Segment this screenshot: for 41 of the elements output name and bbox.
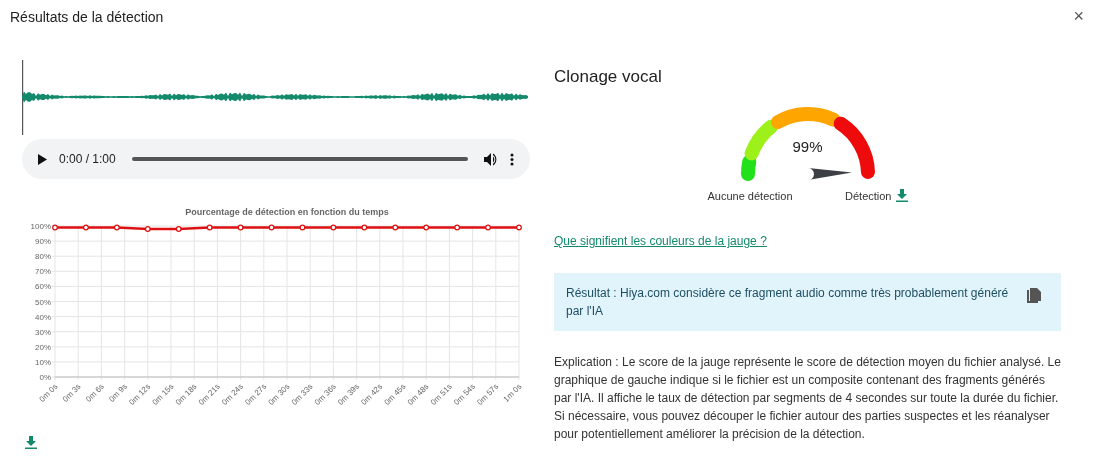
gauge-reading: 99% bbox=[791, 136, 824, 157]
gauge-title: Clonage vocal bbox=[554, 66, 663, 88]
y-axis-label: 0% bbox=[39, 373, 51, 382]
y-axis-label: 30% bbox=[35, 327, 51, 337]
x-axis-label: 0m 33s bbox=[289, 382, 315, 407]
x-axis-label: 0m 57s bbox=[475, 382, 501, 407]
gauge-min-label: Aucune détection bbox=[707, 188, 793, 204]
x-axis-label: 0m 3s bbox=[60, 382, 83, 404]
y-axis-label: 90% bbox=[35, 237, 51, 247]
y-axis-label: 60% bbox=[35, 282, 51, 292]
x-axis-label: 0m 6s bbox=[84, 382, 106, 404]
x-axis-label: 0m 45s bbox=[382, 382, 408, 407]
y-axis-label: 50% bbox=[35, 297, 51, 307]
explanation-text: Explication : Le score de la jauge représente le score de détection moyen du fichier analysé. Le graphique de gauche indique si le fichier est un composite contenant des fragments générés par l'IA. Il affiche le taux de détection par segments de 4 secondes sur toute la durée du fichier. Si nécessaire, vous pouvez découper le fichier autour des parties suspectes et les réanalyser pour potentiellement améliorer la précision de la détection. bbox=[554, 354, 1061, 443]
x-axis-label: 0m 24s bbox=[220, 382, 245, 407]
x-axis-label: 0m 0s bbox=[37, 382, 60, 404]
x-axis-label: 0m 18s bbox=[173, 382, 199, 407]
y-axis-label: 20% bbox=[35, 342, 51, 352]
y-axis-label: 10% bbox=[35, 357, 51, 367]
gauge-max-label: Détection bbox=[845, 188, 892, 204]
y-axis-label: 100% bbox=[30, 222, 51, 231]
x-axis-label: 0m 48s bbox=[405, 382, 431, 407]
dialog-title: Résultats de la détection bbox=[10, 8, 164, 27]
x-axis-label: 0m 12s bbox=[127, 382, 153, 407]
chart-title: Pourcentage de détection en fonction du temps bbox=[185, 207, 389, 217]
x-axis-label: 0m 36s bbox=[312, 382, 338, 407]
x-axis-label: 0m 42s bbox=[359, 382, 385, 407]
y-axis-label: 80% bbox=[35, 252, 51, 262]
x-axis-label: 0m 21s bbox=[196, 382, 222, 407]
x-axis-label: 0m 30s bbox=[266, 382, 292, 407]
y-axis-label: 40% bbox=[35, 312, 51, 322]
x-axis-label: 0m 54s bbox=[452, 382, 477, 407]
y-axis-label: 70% bbox=[35, 267, 51, 277]
x-axis-label: 0m 51s bbox=[428, 382, 454, 407]
result-text: Résultat : Hiya.com considère ce fragment audio comme très probablement généré par l'IA bbox=[566, 285, 1010, 320]
x-axis-label: 0m 39s bbox=[336, 382, 361, 407]
time-display: 0:00 / 1:00 bbox=[59, 151, 116, 168]
x-axis-label: 1m 0s bbox=[501, 382, 524, 404]
x-axis-label: 0m 15s bbox=[150, 382, 176, 407]
x-axis-label: 0m 27s bbox=[243, 382, 269, 407]
x-axis-label: 0m 9s bbox=[107, 382, 129, 404]
